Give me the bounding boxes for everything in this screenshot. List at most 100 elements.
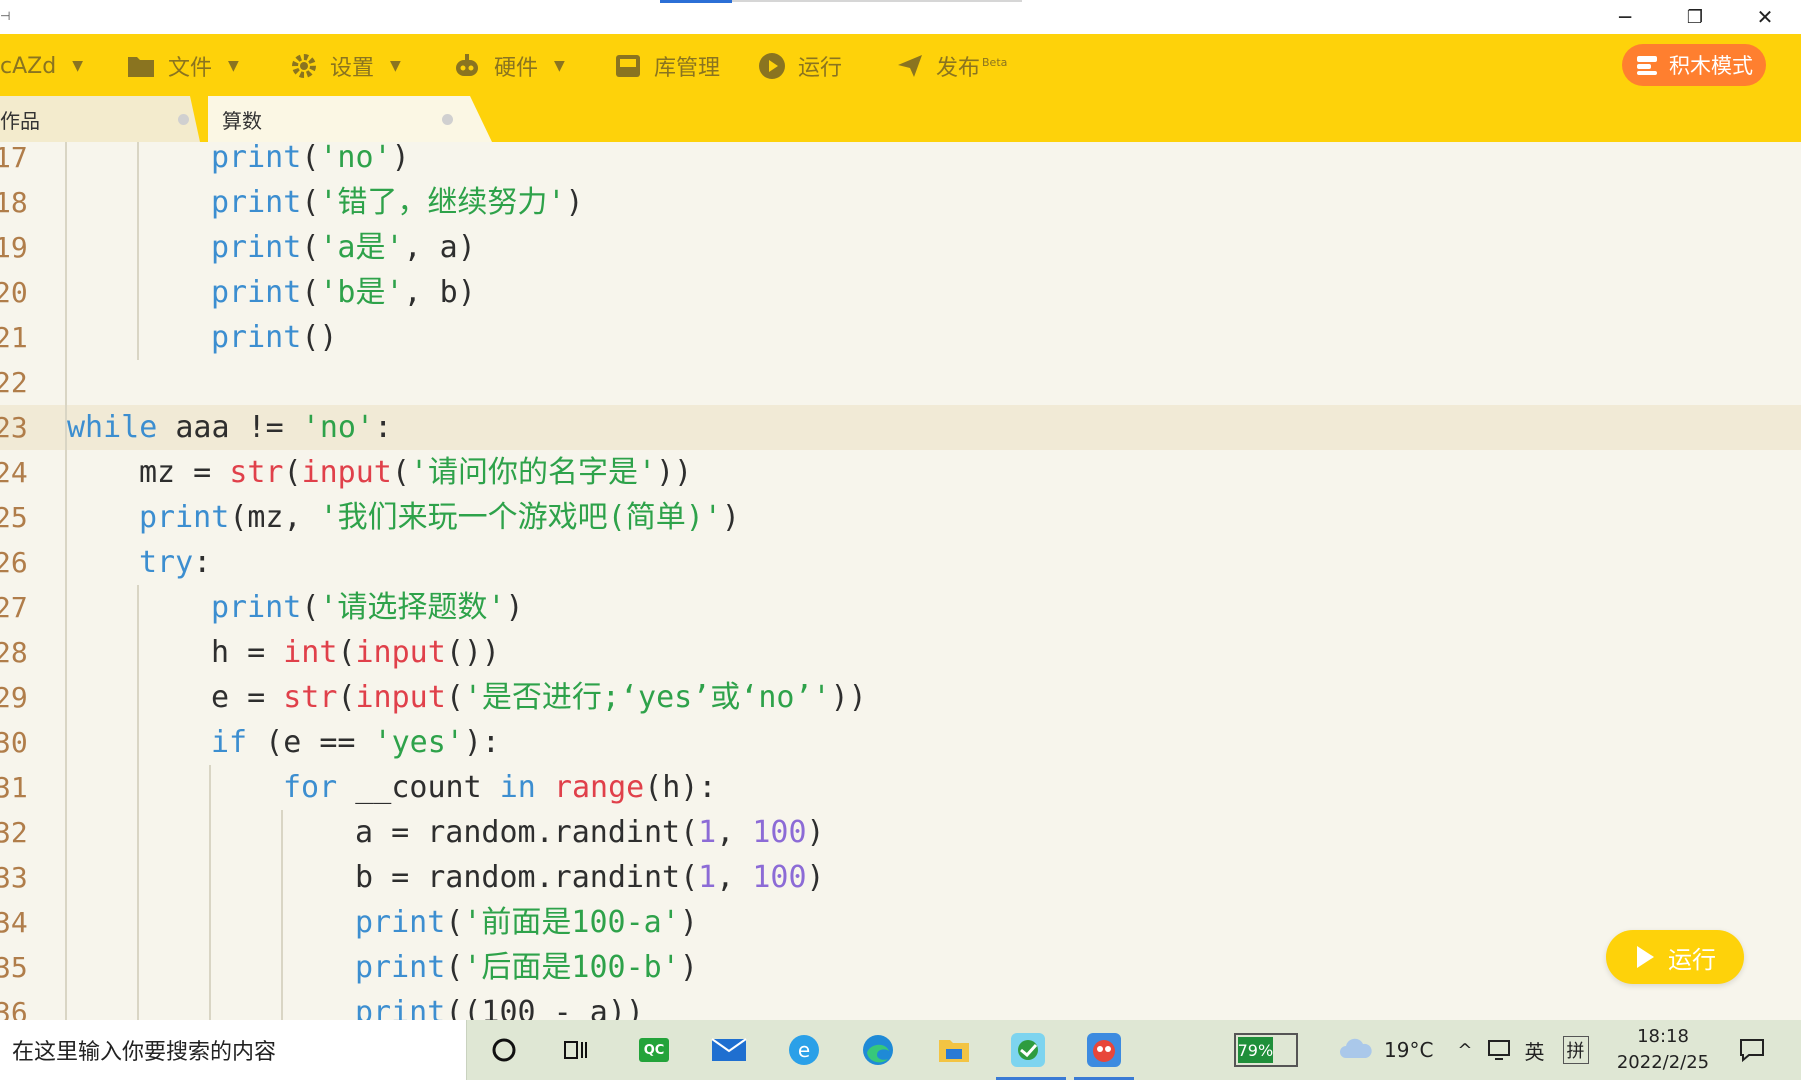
code-text: print('前面是100-a') [355,900,698,945]
code-token: ) [391,142,410,175]
code-line[interactable]: 29 e = str(input('是否进行;‘yes’或‘no’')) [0,675,1801,720]
line-number: 36 [0,996,28,1020]
code-token: ()) [445,635,500,670]
code-token: input [355,680,446,715]
code-line[interactable]: 21 print() [0,315,1801,360]
code-line[interactable]: 23 while aaa != 'no': [0,405,1801,450]
mail-icon[interactable] [709,1030,749,1070]
file-menu[interactable]: 文件 ▼ [126,50,239,82]
code-line[interactable]: 24 mz = str(input('请问你的名字是')) [0,450,1801,495]
code-line[interactable]: 27 print('请选择题数') [0,585,1801,630]
code-text: print() [211,315,337,360]
code-token: 1 [698,815,717,850]
library-button[interactable]: 库管理 [614,50,720,82]
code-line[interactable]: 36 print((100 - a)) [0,990,1801,1020]
publish-label: 发布 [936,56,981,81]
title-accent-track [732,0,1022,2]
code-text: mz = str(input('请问你的名字是')) [139,450,692,495]
play-circle-icon [759,53,785,79]
code-token: ) [806,815,825,850]
floating-run-button[interactable]: 运行 [1606,930,1744,984]
ime-mode[interactable]: 拼 [1562,1036,1589,1064]
code-line[interactable]: 26 try: [0,540,1801,585]
notification-icon[interactable] [1732,1030,1772,1070]
code-token: (mz, [229,500,320,535]
minimize-button[interactable]: ─ [1590,0,1660,34]
tab-works[interactable]: 作品 [0,96,200,142]
edge-browser-icon[interactable] [858,1030,898,1070]
code-line[interactable]: 35 print('后面是100-b') [0,945,1801,990]
line-number: 19 [0,231,28,264]
code-line[interactable]: 18 print('错了，继续努力') [0,180,1801,225]
code-token: int [283,635,338,670]
tab-arithmetic[interactable]: 算数 [208,96,492,142]
code-line[interactable]: 22 [0,360,1801,405]
code-text: print((100 - a)) [355,990,644,1020]
code-line[interactable]: 30 if (e == 'yes'): [0,720,1801,765]
line-number: 26 [0,546,28,579]
code-token: print [211,230,302,265]
block-mode-button[interactable]: 积木模式 [1622,44,1766,86]
code-line[interactable]: 25 print(mz, '我们来玩一个游戏吧(简单)') [0,495,1801,540]
battery-level: 79% [1238,1037,1273,1063]
cortana-icon[interactable] [484,1030,524,1070]
tab-close-dot[interactable] [178,114,189,125]
project-menu[interactable]: cAZd ▼ [0,50,83,82]
code-token: (e == [247,725,374,760]
code-line[interactable]: 17 print('no') [0,142,1801,180]
code-line[interactable]: 19 print('a是', a) [0,225,1801,270]
inbox-icon [616,55,640,77]
code-token: b = random.randint( [355,860,699,895]
code-line[interactable]: 31 for __count in range(h): [0,765,1801,810]
tab-close-dot[interactable] [442,114,453,125]
settings-menu-label: 设置 [330,56,375,81]
code-token: ( [283,455,302,490]
publish-button[interactable]: 发布 Beta [896,50,1007,82]
blocks-icon [1637,56,1657,75]
code-line[interactable]: 32 a = random.randint(1, 100) [0,810,1801,855]
game-app-icon[interactable] [1084,1030,1124,1070]
code-text: print('no') [211,142,410,180]
code-line[interactable]: 34 print('前面是100-a') [0,900,1801,945]
code-token: (h): [644,770,717,805]
hardware-menu[interactable]: 硬件 ▼ [452,50,565,82]
code-text: if (e == 'yes'): [211,720,500,765]
windows-taskbar: 在这里输入你要搜索的内容 QC e 79% 19°C ^ 英 拼 18:18 2… [0,1020,1801,1080]
task-view-icon[interactable] [556,1030,596,1070]
code-token: ( [445,680,464,715]
file-explorer-icon[interactable] [934,1030,974,1070]
code-token: ) [721,500,740,535]
close-button[interactable]: ✕ [1730,0,1800,34]
code-token: aaa != [157,410,302,445]
battery-icon[interactable]: 79% [1234,1033,1298,1067]
title-bar: ⊣ ─ ❐ ✕ [0,0,1801,34]
code-line[interactable]: 33 b = random.randint(1, 100) [0,855,1801,900]
qc-app-icon[interactable]: QC [634,1030,674,1070]
code-token: 'no' [319,142,392,175]
code-token: , b) [403,275,476,310]
window-title-fragment: ⊣ [0,9,11,23]
code-line[interactable]: 28 h = int(input()) [0,630,1801,675]
restore-button[interactable]: ❐ [1660,0,1730,34]
code-token: 1 [698,860,717,895]
code-token: while [67,410,158,445]
toolbar-run-button[interactable]: 运行 [758,50,842,82]
input-language[interactable]: 英 [1525,1036,1545,1065]
ie-browser-icon[interactable]: e [784,1030,824,1070]
network-icon[interactable] [1487,1039,1511,1061]
settings-menu[interactable]: 设置 ▼ [290,50,401,82]
code-token: input [355,635,446,670]
code-token: : [193,545,212,580]
clock[interactable]: 18:18 2022/2/25 [1598,1024,1728,1076]
code-token: print [211,185,302,220]
code-token: '错了，继续努力' [319,185,566,220]
coding-app-icon[interactable] [1008,1030,1048,1070]
code-editor[interactable]: 17 print('no') 18 print('错了，继续努力') 19 print('… [0,142,1801,1020]
taskbar-search-box[interactable]: 在这里输入你要搜索的内容 [0,1020,467,1080]
weather-temperature[interactable]: 19°C [1384,1038,1433,1062]
code-line[interactable]: 20 print('b是', b) [0,270,1801,315]
chevron-up-icon[interactable]: ^ [1457,1040,1472,1061]
code-token: '后面是100-b' [463,950,680,985]
code-token: , a) [403,230,476,265]
